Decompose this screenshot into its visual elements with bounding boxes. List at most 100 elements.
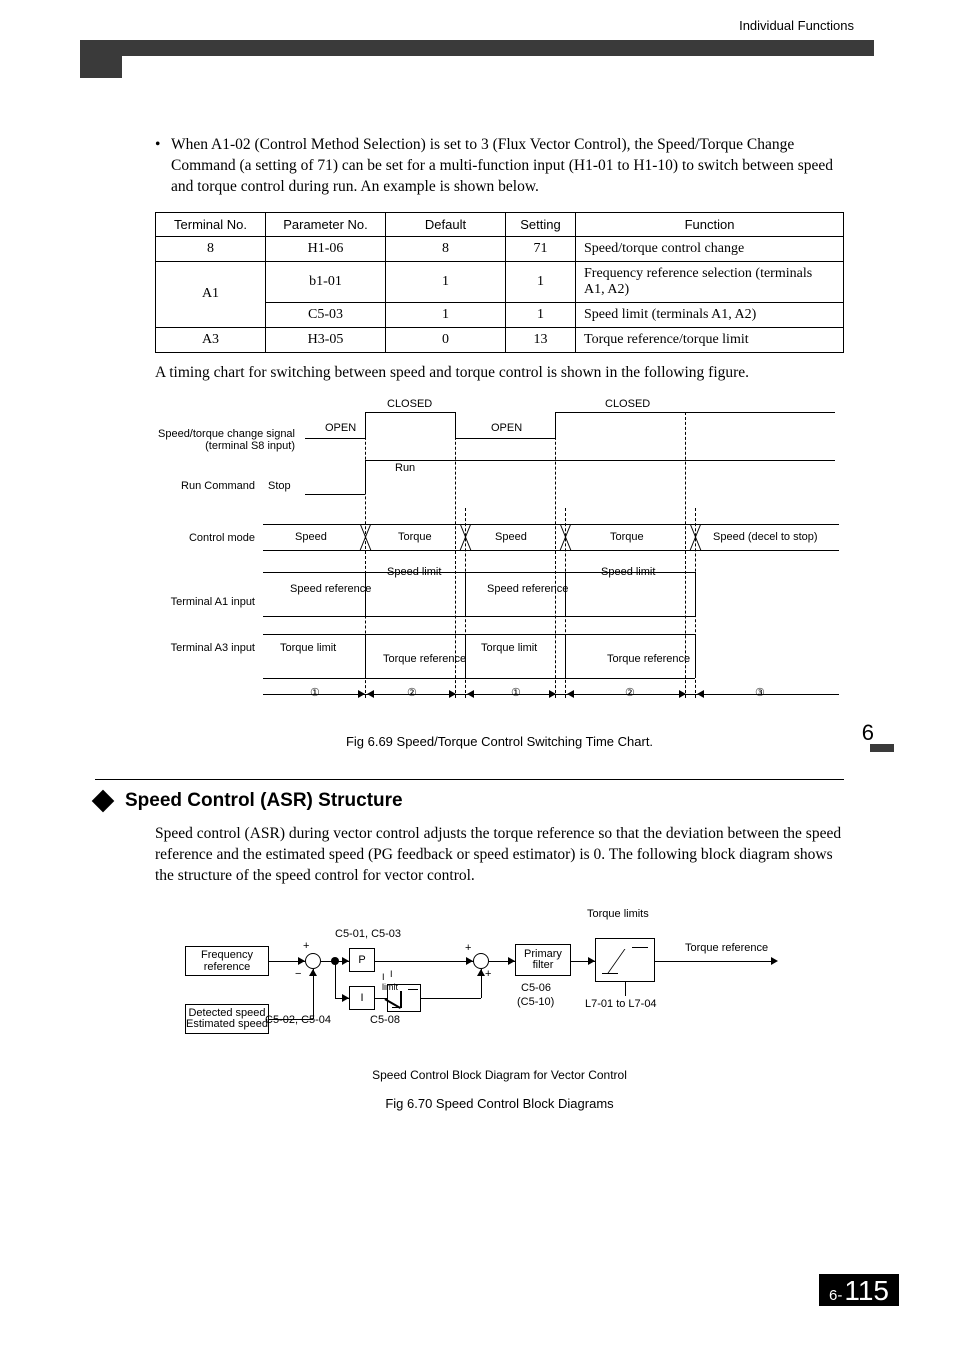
- a3-edge: [565, 634, 566, 678]
- a1-speed-limit: Speed limit: [601, 566, 655, 578]
- plus-sign: +: [303, 940, 309, 952]
- cell-setting: 1: [506, 302, 576, 327]
- wire: [655, 961, 775, 962]
- state-open: OPEN: [491, 422, 522, 434]
- table-row: A3 H3-05 0 13 Torque reference/torque li…: [156, 327, 844, 352]
- section-heading: Speed Control (ASR) Structure: [95, 790, 844, 812]
- label-torque-reference: Torque reference: [685, 942, 768, 954]
- header-band: [80, 40, 874, 56]
- state-closed: CLOSED: [605, 398, 650, 410]
- state-run: Run: [395, 462, 415, 474]
- signal-label-line1: Speed/torque change signal: [155, 428, 295, 440]
- section-title: Speed Control (ASR) Structure: [125, 790, 403, 812]
- label-c5-06: C5-06: [521, 982, 551, 994]
- arrow-right-icon: [342, 994, 349, 1002]
- cell-param: b1-01: [266, 261, 386, 302]
- figure-subcaption: Speed Control Block Diagram for Vector C…: [155, 1068, 844, 1082]
- arrow-right-icon: [508, 957, 515, 965]
- mode-speed: Speed: [495, 531, 527, 543]
- page-number: 115: [844, 1277, 889, 1305]
- wave-seg: [365, 412, 455, 413]
- arrow-right-icon: [549, 690, 556, 698]
- arrow-right-icon: [298, 957, 305, 965]
- a3-torque-limit: Torque limit: [280, 642, 336, 654]
- wave-seg: [365, 460, 835, 461]
- table-header-row: Terminal No. Parameter No. Default Setti…: [156, 212, 844, 236]
- page-prefix: 6-: [829, 1287, 842, 1304]
- cell-function: Frequency reference selection (terminals…: [576, 261, 844, 302]
- timing-chart: Speed/torque change signal (terminal S8 …: [155, 398, 845, 728]
- sum-node: [473, 953, 489, 969]
- mode-transition: [559, 524, 571, 550]
- mode-torque: Torque: [398, 531, 432, 543]
- wire: [335, 961, 336, 998]
- box-detected-speed: Detected speed Estimated speed: [185, 1004, 269, 1034]
- th-parameter: Parameter No.: [266, 212, 386, 236]
- mode-torque: Torque: [610, 531, 644, 543]
- figure-caption-1: Fig 6.69 Speed/Torque Control Switching …: [155, 734, 844, 749]
- label-l7: L7-01 to L7-04: [585, 998, 657, 1010]
- intro-text: When A1-02 (Control Method Selection) is…: [171, 135, 844, 198]
- arrow-left-icon: [367, 690, 374, 698]
- a3-torque-ref: Torque reference: [607, 654, 667, 666]
- mode-transition: [689, 524, 701, 550]
- cell-default: 1: [386, 261, 506, 302]
- a1-speed-ref: Speed reference: [290, 584, 350, 596]
- page-body: • When A1-02 (Control Method Selection) …: [155, 135, 844, 1141]
- box-p: P: [349, 948, 375, 972]
- mode-label: Control mode: [155, 532, 255, 544]
- side-chapter-number: 6: [862, 720, 874, 746]
- cell-terminal: 8: [156, 236, 266, 261]
- wave-seg: [555, 412, 835, 413]
- cell-param: C5-03: [266, 302, 386, 327]
- minus-sign: −: [295, 968, 301, 980]
- arrow-left-icon: [567, 690, 574, 698]
- marker-1: ①: [511, 686, 521, 699]
- wave-seg: [455, 412, 456, 438]
- box-i: I: [349, 986, 375, 1010]
- page-number-badge: 6- 115: [819, 1274, 899, 1306]
- a3-label: Terminal A3 input: [155, 642, 255, 654]
- arrow-right-icon: [358, 690, 365, 698]
- wave-seg: [555, 412, 556, 438]
- mode-transition: [459, 524, 471, 550]
- box-freq-ref: Frequency reference: [185, 946, 269, 976]
- label-torque-limits: Torque limits: [587, 908, 649, 920]
- diamond-icon: [92, 789, 115, 812]
- cell-default: 0: [386, 327, 506, 352]
- state-open: OPEN: [325, 422, 356, 434]
- cell-setting: 13: [506, 327, 576, 352]
- wave-seg: [305, 494, 365, 495]
- parameter-table: Terminal No. Parameter No. Default Setti…: [155, 212, 844, 353]
- header-section-label: Individual Functions: [739, 18, 854, 33]
- arrow-right-icon: [466, 957, 473, 965]
- a1-edge: [695, 572, 696, 616]
- label-i-limit-text: Ilimit: [382, 972, 398, 992]
- mode-rail: [263, 524, 839, 525]
- a1-speed-limit: Speed limit: [387, 566, 441, 578]
- plus-sign: +: [465, 942, 471, 954]
- table-row: A1 b1-01 1 1 Frequency reference selecti…: [156, 261, 844, 302]
- th-default: Default: [386, 212, 506, 236]
- cell-default: 8: [386, 236, 506, 261]
- cell-function: Torque reference/torque limit: [576, 327, 844, 352]
- label-c5-02-04: C5-02, C5-04: [265, 1014, 331, 1026]
- arrow-right-icon: [342, 957, 349, 965]
- mode-rail: [263, 550, 839, 551]
- label-c5-10: (C5-10): [517, 996, 554, 1008]
- state-stop: Stop: [268, 480, 291, 492]
- a1-rail: [263, 616, 695, 617]
- cell-param: H3-05: [266, 327, 386, 352]
- marker-1: ①: [310, 686, 320, 699]
- arrow-left-icon: [467, 690, 474, 698]
- table-row: 8 H1-06 8 71 Speed/torque control change: [156, 236, 844, 261]
- guide-line: [555, 412, 556, 698]
- arrow-right-icon: [771, 957, 778, 965]
- box-primary-filter: Primary filter: [515, 944, 571, 976]
- sum-node: [305, 953, 321, 969]
- section2-paragraph: Speed control (ASR) during vector contro…: [155, 824, 844, 887]
- wire: [313, 969, 314, 1019]
- arrow-right-icon: [449, 690, 456, 698]
- cell-default: 1: [386, 302, 506, 327]
- cell-function: Speed/torque control change: [576, 236, 844, 261]
